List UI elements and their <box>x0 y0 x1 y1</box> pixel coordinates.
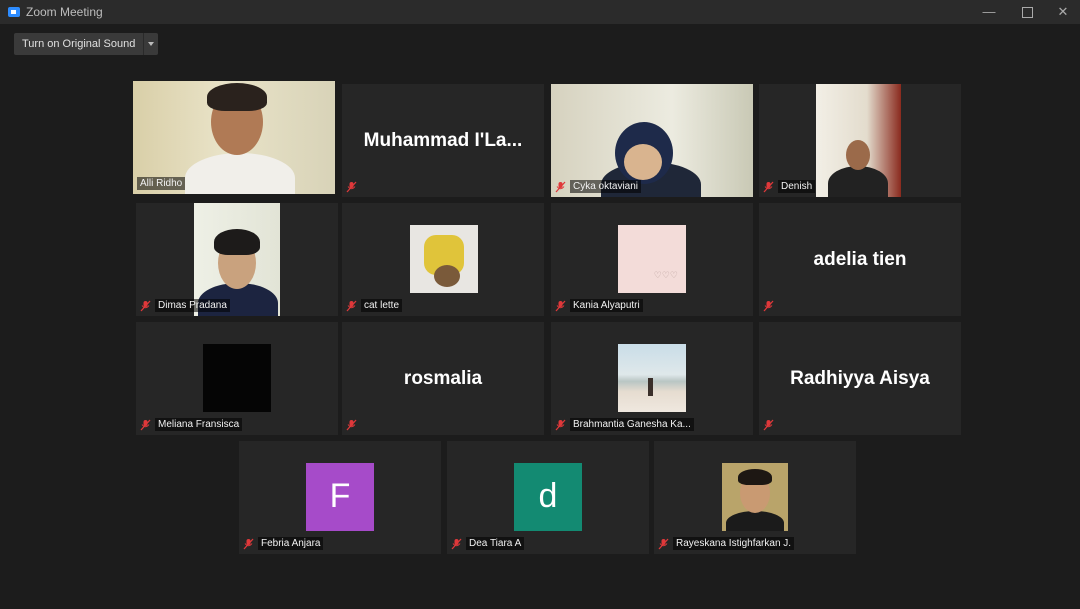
participant-tile-dimas-pradana[interactable]: Dimas Pradana <box>136 203 338 316</box>
participant-tile-alli-ridho[interactable]: Alli Ridho <box>133 81 335 194</box>
participant-tile-cyka-oktaviani[interactable]: Cyka oktaviani <box>551 84 753 197</box>
participant-name: Rayeskana Istighfarkan J. <box>673 537 795 550</box>
participant-name-bar <box>346 179 357 194</box>
participant-name-bar: cat lette <box>346 298 403 313</box>
mic-muted-icon <box>140 419 151 430</box>
participant-name-bar: Cyka oktaviani <box>555 179 642 194</box>
participant-display-name: rosmalia <box>403 368 483 389</box>
participant-name-bar: Alli Ridho <box>137 176 186 191</box>
participant-name: Brahmantia Ganesha Ka... <box>570 418 694 431</box>
maximize-icon <box>1021 7 1033 19</box>
mic-muted-icon <box>555 300 566 311</box>
profile-picture: ♡♡♡ <box>618 225 686 293</box>
participant-name-bar <box>346 417 357 432</box>
mic-muted-icon <box>763 181 774 192</box>
participant-name: Alli Ridho <box>137 177 186 190</box>
participant-name: Febria Anjara <box>258 537 324 550</box>
maximize-button[interactable] <box>1010 0 1044 24</box>
participant-tile-rayeskana[interactable]: Rayeskana Istighfarkan J. <box>654 441 856 554</box>
mic-muted-icon <box>658 538 669 549</box>
participant-name-bar: Denish <box>763 179 816 194</box>
participant-name: Meliana Fransisca <box>155 418 243 431</box>
chevron-down-icon <box>148 42 155 46</box>
window-title: Zoom Meeting <box>26 5 103 19</box>
original-sound-button[interactable]: Turn on Original Sound <box>14 33 143 55</box>
participant-tile-adelia-tien[interactable]: adelia tien <box>759 203 961 316</box>
participant-tile-febria-anjara[interactable]: F Febria Anjara <box>239 441 441 554</box>
participant-display-name: adelia tien <box>813 249 907 270</box>
video-feed <box>816 84 901 197</box>
mic-muted-icon <box>140 300 151 311</box>
profile-picture <box>722 463 788 531</box>
mic-muted-icon <box>346 419 357 430</box>
participant-display-name: Radhiyya Aisya <box>790 368 930 389</box>
participant-name-bar: Kania Alyaputri <box>555 298 643 313</box>
participant-tile-denish[interactable]: Denish <box>759 84 961 197</box>
participant-name: cat lette <box>361 299 403 312</box>
participant-tile-radhiyya-aisya[interactable]: Radhiyya Aisya <box>759 322 961 435</box>
participant-name-bar: Meliana Fransisca <box>140 417 243 432</box>
participant-name: Denish <box>778 180 816 193</box>
participant-tile-rosmalia[interactable]: rosmalia <box>342 322 544 435</box>
profile-picture-hearts: ♡♡♡ <box>653 270 678 280</box>
participant-name-bar <box>763 417 774 432</box>
participant-name-bar: Rayeskana Istighfarkan J. <box>658 536 795 551</box>
mic-muted-icon <box>346 181 357 192</box>
mic-muted-icon <box>763 300 774 311</box>
close-button[interactable]: ✕ <box>1046 0 1080 24</box>
participant-name: Kania Alyaputri <box>570 299 643 312</box>
zoom-app-icon <box>8 7 20 17</box>
mic-muted-icon <box>346 300 357 311</box>
participant-tile-dea-tiara[interactable]: d Dea Tiara A <box>447 441 649 554</box>
participant-name-bar <box>763 298 774 313</box>
participant-name: Dimas Pradana <box>155 299 230 312</box>
avatar-letter: d <box>514 463 582 531</box>
participant-name-bar: Febria Anjara <box>243 536 324 551</box>
profile-picture <box>410 225 478 293</box>
participant-display-name: Muhammad I'La... <box>363 130 523 151</box>
original-sound-control: Turn on Original Sound <box>14 33 159 55</box>
mic-muted-icon <box>555 181 566 192</box>
participant-name: Cyka oktaviani <box>570 180 642 193</box>
mic-muted-icon <box>243 538 254 549</box>
participant-tile-brahmantia[interactable]: Brahmantia Ganesha Ka... <box>551 322 753 435</box>
profile-picture <box>618 344 686 412</box>
participant-name-bar: Brahmantia Ganesha Ka... <box>555 417 694 432</box>
title-bar: Zoom Meeting — ✕ <box>0 0 1080 24</box>
profile-picture <box>203 344 271 412</box>
participant-tile-meliana-fransisca[interactable]: Meliana Fransisca <box>136 322 338 435</box>
participant-tile-cat-lette[interactable]: cat lette <box>342 203 544 316</box>
avatar-letter: F <box>306 463 374 531</box>
participant-tile-kania-alyaputri[interactable]: ♡♡♡ Kania Alyaputri <box>551 203 753 316</box>
original-sound-dropdown[interactable] <box>143 33 158 55</box>
minimize-button[interactable]: — <box>972 0 1006 24</box>
participant-name-bar: Dimas Pradana <box>140 298 230 313</box>
participant-name-bar: Dea Tiara A <box>451 536 525 551</box>
participant-name: Dea Tiara A <box>466 537 525 550</box>
mic-muted-icon <box>763 419 774 430</box>
mic-muted-icon <box>555 419 566 430</box>
mic-muted-icon <box>451 538 462 549</box>
participant-tile-muhammad[interactable]: Muhammad I'La... <box>342 84 544 197</box>
